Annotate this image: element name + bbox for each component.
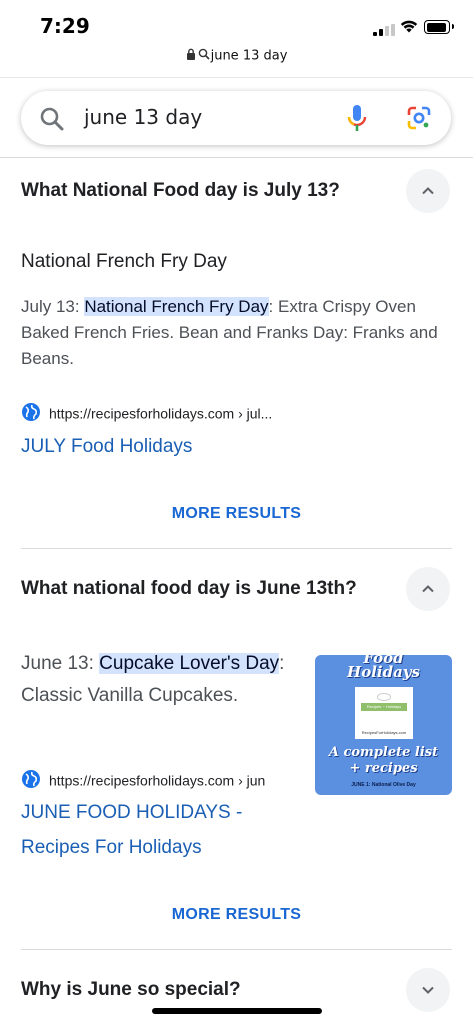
faq-question[interactable]: What national food day is June 13th?: [21, 578, 357, 600]
collapse-button[interactable]: [406, 567, 450, 611]
search-input[interactable]: june 13 day: [84, 105, 202, 129]
chevron-up-icon: [422, 187, 434, 195]
result-link[interactable]: JUNE FOOD HOLIDAYS - Recipes For Holidays: [21, 795, 242, 865]
source-row[interactable]: https://recipesforholidays.com › jun: [21, 769, 265, 792]
status-time: 7:29: [40, 14, 90, 38]
search-icon: [198, 48, 210, 64]
address-text: june 13 day: [210, 48, 288, 64]
status-bar: 7:29: [0, 0, 473, 48]
answer-title: National French Fry Day: [21, 251, 227, 272]
globe-icon: [21, 769, 41, 792]
section-divider: [21, 949, 452, 950]
address-bar[interactable]: june 13 day: [0, 48, 473, 72]
search-box[interactable]: june 13 day: [21, 91, 451, 145]
result-thumbnail[interactable]: Food Holidays Recipes ~ Holidays Recipes…: [315, 655, 452, 795]
snippet-highlight: Cupcake Lover's Day: [99, 653, 280, 674]
thumbnail-footer: JUNE 1: National Olive Day: [351, 782, 416, 788]
cellular-signal-icon: [373, 24, 397, 36]
snippet-highlight: National French Fry Day: [84, 297, 269, 316]
source-row[interactable]: https://recipesforholidays.com › jul...: [21, 402, 272, 425]
faq-question[interactable]: Why is June so special?: [21, 979, 241, 1001]
faq-question[interactable]: What National Food day is July 13?: [21, 180, 340, 202]
source-url: https://recipesforholidays.com › jul...: [49, 405, 273, 422]
search-divider: [0, 157, 473, 158]
result-link[interactable]: JULY Food Holidays: [21, 429, 192, 464]
battery-icon: [424, 20, 454, 34]
collapse-button[interactable]: [406, 169, 450, 213]
thumbnail-text: Holidays: [347, 663, 420, 681]
google-lens-icon[interactable]: [406, 105, 432, 136]
expand-button[interactable]: [406, 968, 450, 1012]
more-results-button[interactable]: MORE RESULTS: [0, 906, 473, 924]
home-indicator[interactable]: [152, 1008, 322, 1014]
chevron-up-icon: [422, 585, 434, 593]
globe-icon: [21, 402, 41, 425]
microphone-icon[interactable]: [346, 103, 368, 138]
toolbar-divider: [0, 77, 473, 78]
more-results-button[interactable]: MORE RESULTS: [0, 505, 473, 523]
chevron-down-icon: [422, 986, 434, 994]
lock-icon: [186, 48, 196, 64]
thumbnail-card: Recipes ~ Holidays RecipesForHolidays.co…: [355, 687, 413, 739]
thumbnail-caption: A complete list + recipes: [328, 745, 439, 776]
answer-snippet: June 13: Cupcake Lover's Day: Classic Va…: [21, 653, 285, 706]
section-divider: [21, 548, 452, 549]
answer-snippet: July 13: National French Fry Day: Extra …: [21, 297, 438, 368]
search-icon: [39, 106, 65, 137]
source-url: https://recipesforholidays.com › jun: [49, 772, 266, 789]
wifi-icon: [399, 18, 419, 39]
